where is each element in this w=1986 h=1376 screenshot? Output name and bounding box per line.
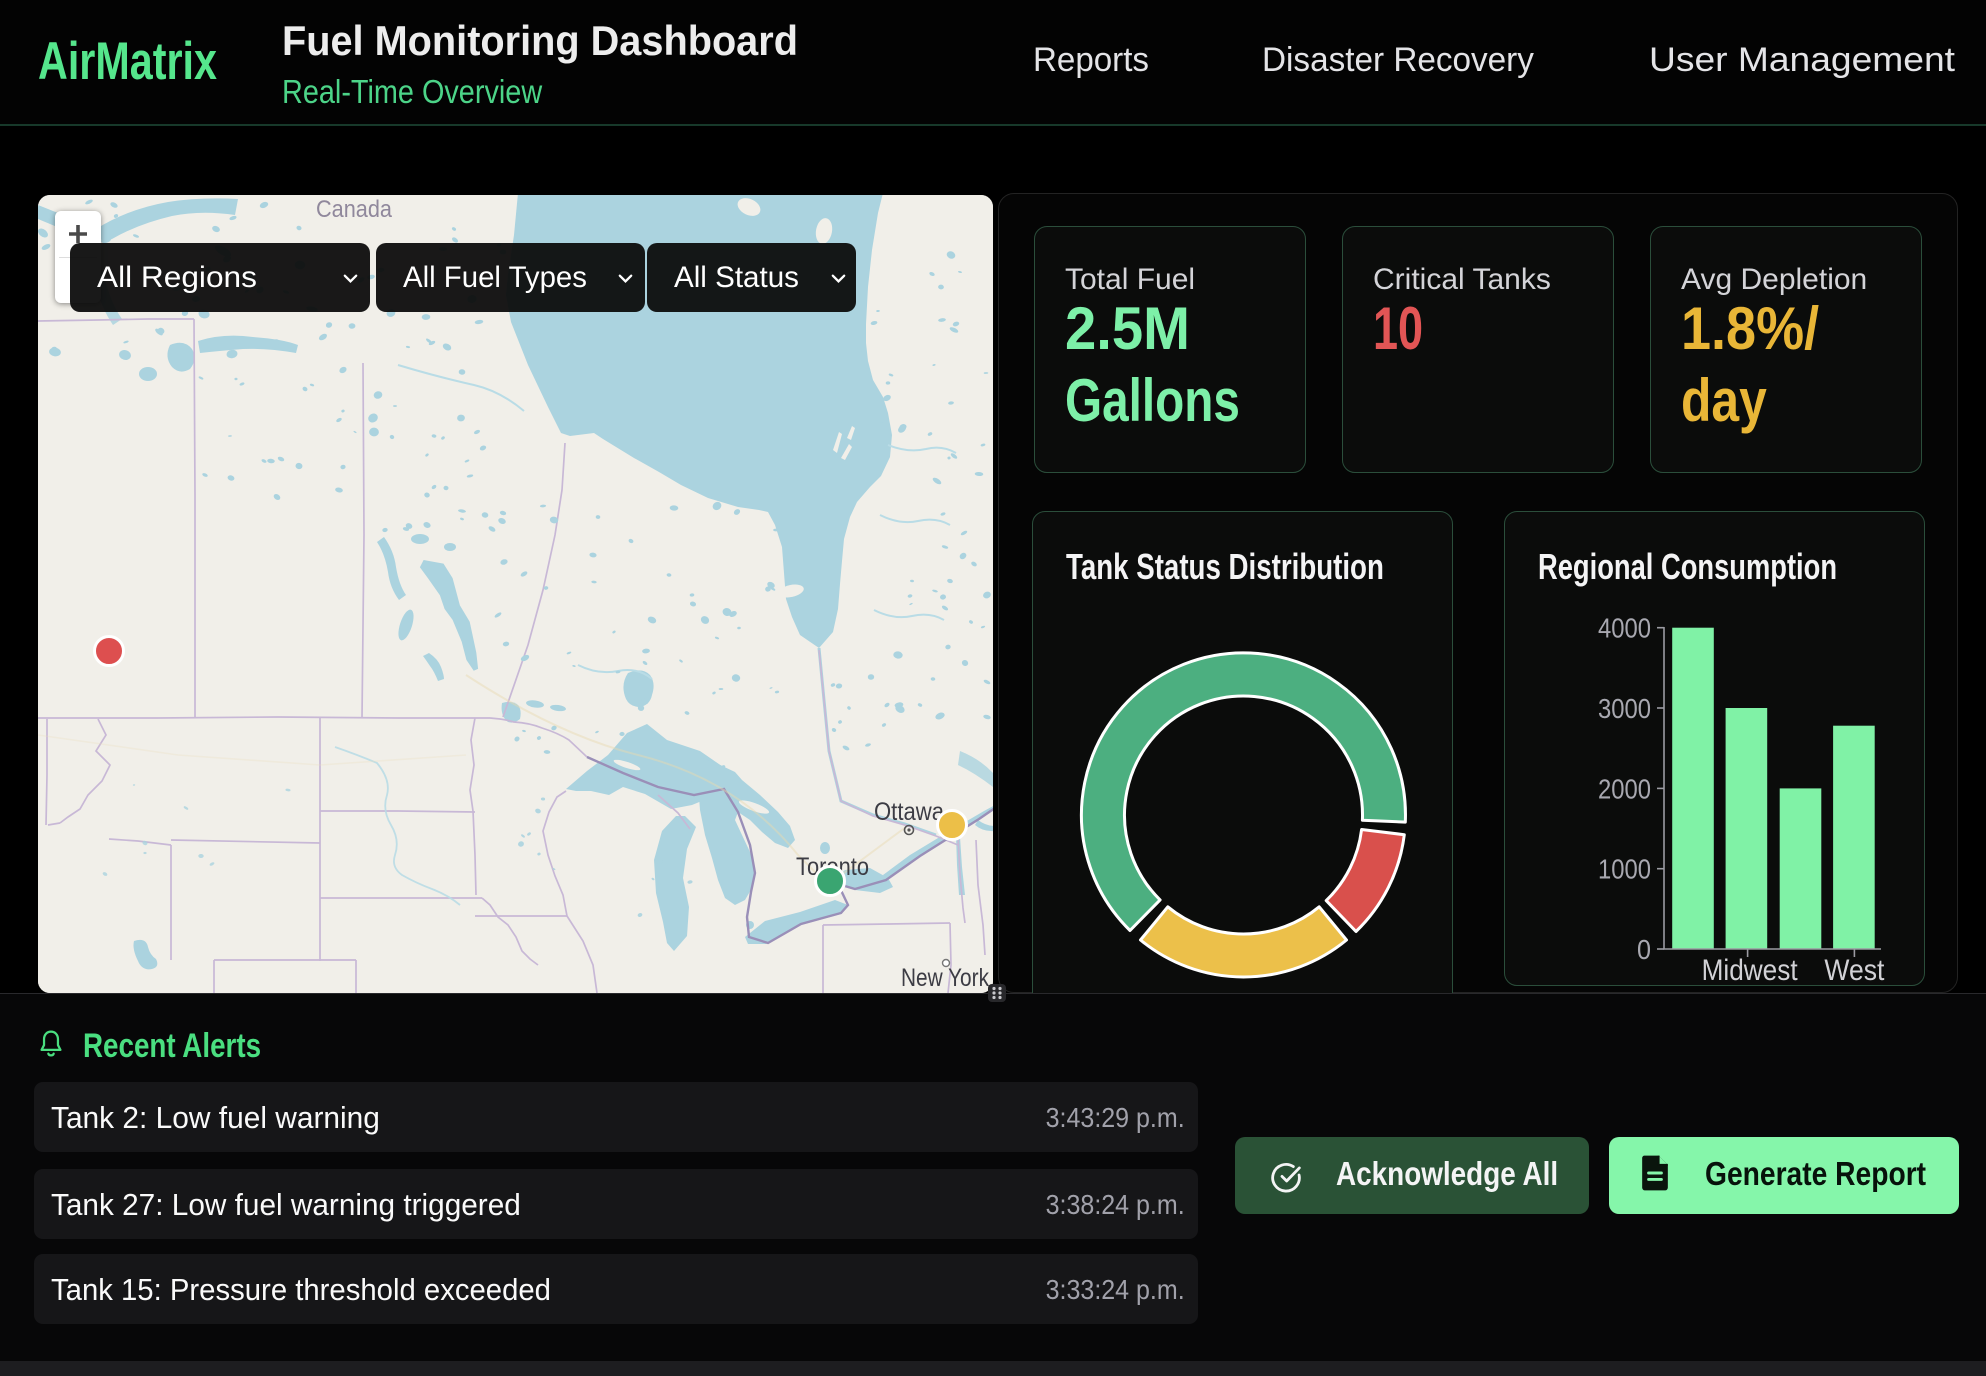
svg-text:1000: 1000 [1598,854,1651,885]
svg-text:4000: 4000 [1598,613,1651,644]
svg-text:2000: 2000 [1598,773,1651,804]
svg-text:0: 0 [1637,934,1651,965]
svg-text:New York: New York [901,964,989,992]
svg-text:3000: 3000 [1598,693,1651,724]
svg-text:Canada: Canada [316,196,393,223]
svg-text:Midwest: Midwest [1702,954,1799,987]
svg-text:West: West [1824,954,1885,987]
svg-text:Ottawa: Ottawa [874,798,944,826]
